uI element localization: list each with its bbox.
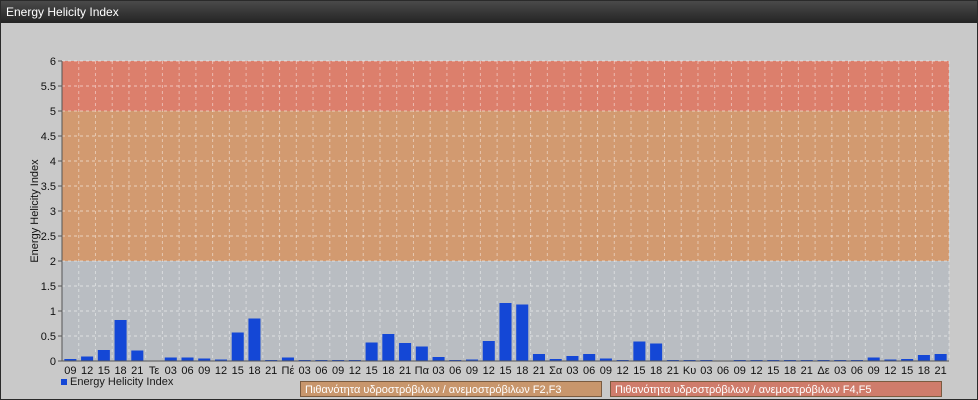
bar [499, 303, 512, 361]
window-title-bar: Energy Helicity Index [1, 1, 977, 23]
y-axis: 0 0.5 1 1.5 2 2.5 3 3.5 4 4.5 5 5.5 6 [41, 56, 63, 368]
bar [867, 357, 880, 361]
x-tick-label: 18 [248, 365, 260, 377]
y-tick-label: 4 [50, 156, 56, 168]
bar [131, 350, 144, 361]
x-tick-label: Σα [549, 365, 563, 377]
x-tick-label: Δε [817, 365, 829, 377]
window-title: Energy Helicity Index [6, 5, 119, 19]
x-tick-label: 12 [215, 365, 227, 377]
bar [415, 346, 428, 361]
x-tick-label: 06 [315, 365, 327, 377]
x-tick-label: 18 [382, 365, 394, 377]
bar [532, 354, 545, 361]
x-tick-label: 18 [516, 365, 528, 377]
x-tick-label: 12 [750, 365, 762, 377]
bar [399, 343, 412, 361]
x-tick-label: 12 [349, 365, 361, 377]
bar [917, 355, 930, 361]
bar [432, 357, 445, 361]
x-tick-label: 15 [499, 365, 511, 377]
legend-series-item[interactable]: Energy Helicity Index [61, 376, 173, 388]
x-tick-label: 21 [533, 365, 545, 377]
y-tick-label: 2.5 [41, 231, 56, 243]
y-tick-label: 5 [50, 106, 56, 118]
x-tick-label: 03 [566, 365, 578, 377]
x-tick-label: 21 [265, 365, 277, 377]
bar [114, 320, 127, 361]
bar [81, 356, 94, 361]
x-tick-label: Πέ [282, 365, 295, 377]
x-tick-label: 12 [617, 365, 629, 377]
x-tick-label: 18 [650, 365, 662, 377]
bar [181, 357, 194, 361]
x-tick-label: 12 [884, 365, 896, 377]
bar [583, 354, 596, 361]
legend-series-swatch [61, 379, 67, 386]
x-tick-label: 06 [181, 365, 193, 377]
x-tick-label: 09 [332, 365, 344, 377]
bar [566, 356, 579, 361]
x-axis: 09 12 15 18 21 Τε 03 06 09 12 15 18 21 Πέ 03 06 09 12 15 18… [62, 360, 949, 377]
x-tick-label: Κυ [683, 365, 696, 377]
x-tick-label: 06 [717, 365, 729, 377]
x-tick-label: 21 [399, 365, 411, 377]
x-tick-label: 03 [700, 365, 712, 377]
x-tick-label: 09 [198, 365, 210, 377]
x-tick-label: 09 [466, 365, 478, 377]
bar [650, 343, 663, 361]
x-tick-label: 21 [667, 365, 679, 377]
x-tick-label: 21 [801, 365, 813, 377]
bar [231, 332, 244, 361]
x-tick-label: 21 [935, 365, 947, 377]
x-tick-label: 15 [232, 365, 244, 377]
x-tick-label: 09 [600, 365, 612, 377]
x-tick-label: 09 [868, 365, 880, 377]
legend-series-label: Energy Helicity Index [70, 376, 174, 388]
y-tick-label: 1 [50, 306, 56, 318]
x-tick-label: 15 [901, 365, 913, 377]
x-tick-label: 18 [784, 365, 796, 377]
x-tick-label: 09 [734, 365, 746, 377]
bar [934, 354, 947, 361]
legend-band-f2f3: Πιθανότητα υδροστρόβιλων / ανεμοστρόβιλω… [300, 381, 602, 397]
x-tick-label: 06 [851, 365, 863, 377]
bar [516, 304, 529, 361]
bar [382, 334, 395, 361]
legend-band-f4f5: Πιθανότητα υδροστρόβιλων / ανεμοστρόβιλω… [610, 381, 942, 397]
y-tick-label: 2 [50, 256, 56, 268]
y-tick-label: 4.5 [41, 131, 56, 143]
bar [365, 342, 378, 361]
y-axis-label: Energy Helicity Index [29, 159, 41, 263]
y-tick-label: 6 [50, 56, 56, 68]
y-tick-label: 1.5 [41, 281, 56, 293]
y-tick-label: 3 [50, 206, 56, 218]
x-tick-label: 03 [834, 365, 846, 377]
x-tick-label: 18 [918, 365, 930, 377]
y-tick-label: 3.5 [41, 181, 56, 193]
energy-helicity-chart: 00.511.522.533.544.555.56 09 12 15 18 21 Τε 03… [29, 56, 950, 377]
x-tick-label: Πα [415, 365, 430, 377]
x-tick-label: 03 [432, 365, 444, 377]
x-tick-label: 15 [365, 365, 377, 377]
bar [633, 341, 646, 361]
x-tick-label: 12 [483, 365, 495, 377]
legend-band-f2f3-label: Πιθανότητα υδροστρόβιλων / ανεμοστρόβιλω… [305, 384, 562, 396]
y-tick-label: 0 [50, 356, 56, 368]
y-tick-label: 5.5 [41, 81, 56, 93]
bar [164, 357, 177, 361]
legend-band-f4f5-label: Πιθανότητα υδροστρόβιλων / ανεμοστρόβιλω… [615, 384, 872, 396]
x-tick-label: 15 [767, 365, 779, 377]
x-tick-label: 06 [449, 365, 461, 377]
x-tick-label: 06 [583, 365, 595, 377]
bar [248, 318, 261, 361]
x-tick-label: 15 [633, 365, 645, 377]
x-tick-label: 03 [299, 365, 311, 377]
y-tick-label: 0.5 [41, 331, 56, 343]
bar [281, 357, 294, 361]
chart-window: Energy Helicity Index 0 0.5 1 1.5 2 2.5 3 3.5 4 4… [0, 0, 978, 400]
bar [482, 341, 495, 361]
bar [97, 350, 110, 361]
